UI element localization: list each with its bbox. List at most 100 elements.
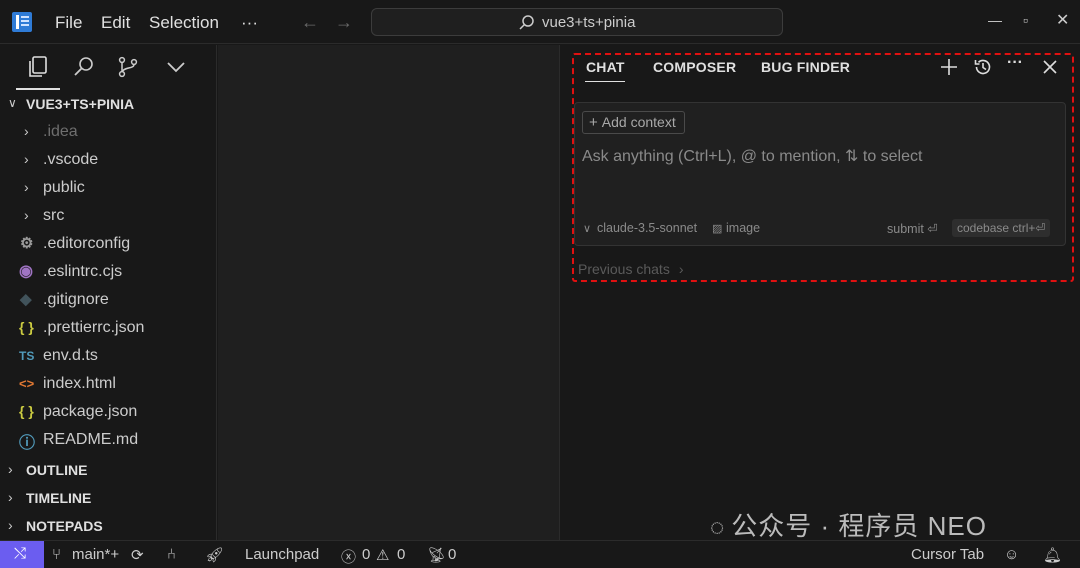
tree-item-gitignore[interactable]: ◆ .gitignore xyxy=(0,287,216,313)
add-context-button[interactable]: + Add context xyxy=(582,111,685,134)
plus-icon[interactable] xyxy=(939,57,959,77)
section-label: NOTEPADS xyxy=(26,518,103,534)
chat-input-box[interactable]: + Add context Ask anything (Ctrl+L), @ to… xyxy=(574,102,1066,246)
tree-item-package-json[interactable]: { } package.json xyxy=(0,399,216,425)
section-outline[interactable]: › OUTLINE xyxy=(0,457,216,483)
forward-arrow-icon[interactable]: → xyxy=(335,12,353,33)
remote-icon: ⤭ xyxy=(14,545,27,562)
chevron-right-icon: › xyxy=(8,489,13,505)
chevron-right-icon: › xyxy=(678,261,684,277)
minimize-icon[interactable]: — xyxy=(988,12,1002,28)
more-options-icon[interactable]: ··· xyxy=(1007,54,1027,74)
tree-item-public[interactable]: › public xyxy=(0,175,216,201)
tree-item-readme[interactable]: ⓘ README.md xyxy=(0,427,216,453)
tab-chat[interactable]: CHAT xyxy=(586,59,625,75)
section-label: TIMELINE xyxy=(26,490,92,506)
search-icon xyxy=(519,15,534,30)
html-icon: <> xyxy=(19,376,35,391)
bell-icon[interactable]: 🔔︎ xyxy=(1043,546,1062,564)
chevron-right-icon: › xyxy=(24,179,29,195)
tab-bug-finder[interactable]: BUG FINDER xyxy=(761,59,850,75)
image-icon: ▨ xyxy=(712,223,723,235)
typescript-icon: TS xyxy=(19,349,35,363)
tree-item-label: .editorconfig xyxy=(43,235,131,252)
back-arrow-icon[interactable]: ← xyxy=(301,12,319,33)
warning-icon: ⚠ xyxy=(376,547,390,564)
tree-item-index-html[interactable]: <> index.html xyxy=(0,371,216,397)
sync-icon[interactable]: ⟳ xyxy=(131,546,144,564)
previous-chats-label: Previous chats xyxy=(578,261,670,277)
section-timeline[interactable]: › TIMELINE xyxy=(0,485,216,511)
previous-chats-link[interactable]: Previous chats › xyxy=(578,261,684,277)
image-button[interactable]: image xyxy=(726,221,760,235)
branch-name[interactable]: main*+ xyxy=(72,546,119,563)
chevron-right-icon: › xyxy=(8,461,13,477)
command-center-search[interactable]: vue3+ts+pinia xyxy=(371,8,783,36)
close-window-icon[interactable]: ✕ xyxy=(1056,10,1069,30)
error-count[interactable]: 0 xyxy=(362,546,370,563)
plus-icon: + xyxy=(589,114,598,131)
explorer-sidebar: ∨ VUE3+TS+PINIA › .idea › .vscode › publ… xyxy=(0,45,217,540)
chat-input-placeholder[interactable]: Ask anything (Ctrl+L), @ to mention, ⇅ t… xyxy=(582,146,922,166)
source-control-icon[interactable] xyxy=(116,55,140,79)
remote-indicator[interactable]: ⤭ xyxy=(0,541,44,568)
chevron-down-icon: ∨ xyxy=(8,96,17,110)
chevron-down-icon[interactable] xyxy=(164,55,188,79)
close-panel-icon[interactable] xyxy=(1040,57,1060,77)
tree-item-label: src xyxy=(43,207,65,224)
tree-item-eslintrc[interactable]: ◉ .eslintrc.cjs xyxy=(0,259,216,285)
tree-item-label: .vscode xyxy=(43,151,99,168)
tree-item-label: .prettierrc.json xyxy=(43,319,145,336)
tree-item-src[interactable]: › src xyxy=(0,203,216,229)
ports-count[interactable]: 0 xyxy=(448,546,456,563)
cursor-tab-button[interactable]: Cursor Tab xyxy=(911,546,984,563)
gear-icon: ⚙ xyxy=(20,235,34,252)
info-icon: ⓘ xyxy=(19,435,36,452)
tree-item-label: env.d.ts xyxy=(43,347,98,364)
tree-item-vscode[interactable]: › .vscode xyxy=(0,147,216,173)
section-label: OUTLINE xyxy=(26,462,88,478)
chevron-right-icon: › xyxy=(24,123,29,139)
explorer-root-label: VUE3+TS+PINIA xyxy=(26,96,135,112)
submit-button[interactable]: submit ⏎ xyxy=(887,221,938,236)
eslint-icon: ◉ xyxy=(19,263,33,280)
git-graph-icon[interactable]: ⑃ xyxy=(167,546,176,563)
active-tab-underline xyxy=(585,81,625,82)
tree-item-prettierrc[interactable]: { } .prettierrc.json xyxy=(0,315,216,341)
menu-edit[interactable]: Edit xyxy=(101,13,130,33)
ports-icon: 📡︎ xyxy=(427,547,447,564)
tree-item-env[interactable]: TS env.d.ts xyxy=(0,343,216,369)
json-icon: { } xyxy=(19,403,34,419)
model-selector[interactable]: claude-3.5-sonnet xyxy=(597,221,697,235)
maximize-icon[interactable]: ▫ xyxy=(1023,12,1028,28)
tree-item-editorconfig[interactable]: ⚙ .editorconfig xyxy=(0,231,216,257)
explorer-files-icon[interactable] xyxy=(26,55,50,79)
menu-selection[interactable]: Selection xyxy=(149,13,219,33)
warning-count[interactable]: 0 xyxy=(397,546,405,563)
tree-item-label: .idea xyxy=(43,123,78,140)
active-tab-indicator xyxy=(16,88,60,90)
json-icon: { } xyxy=(19,319,34,335)
tree-item-idea[interactable]: › .idea xyxy=(0,119,216,145)
editor-area[interactable] xyxy=(218,45,560,540)
tree-item-label: index.html xyxy=(43,375,116,392)
menu-file[interactable]: File xyxy=(55,13,82,33)
history-icon[interactable] xyxy=(973,57,993,77)
tree-item-label: public xyxy=(43,179,85,196)
tree-item-label: README.md xyxy=(43,431,139,448)
error-icon: ⓧ xyxy=(341,549,357,566)
explorer-root[interactable]: ∨ VUE3+TS+PINIA xyxy=(0,91,216,117)
status-bar: ⤭ ⑂ main*+ ⟳ ⑃ 🚀︎ Launchpad ⓧ 0 ⚠ 0 📡︎ 0… xyxy=(0,540,1080,568)
menu-more[interactable]: ··· xyxy=(241,13,258,33)
chevron-right-icon: › xyxy=(24,151,29,167)
chevron-down-icon: ∨ xyxy=(583,223,592,235)
rocket-icon: 🚀︎ xyxy=(205,547,225,564)
codebase-button[interactable]: codebase ctrl+⏎ xyxy=(952,219,1051,237)
chevron-right-icon: › xyxy=(8,517,13,533)
section-notepads[interactable]: › NOTEPADS xyxy=(0,513,216,539)
copilot-icon[interactable]: ☺ xyxy=(1004,546,1019,563)
tab-composer[interactable]: COMPOSER xyxy=(653,59,736,75)
chevron-right-icon: › xyxy=(24,207,29,223)
launchpad-button[interactable]: Launchpad xyxy=(245,546,319,563)
search-sidebar-icon[interactable] xyxy=(72,55,96,79)
